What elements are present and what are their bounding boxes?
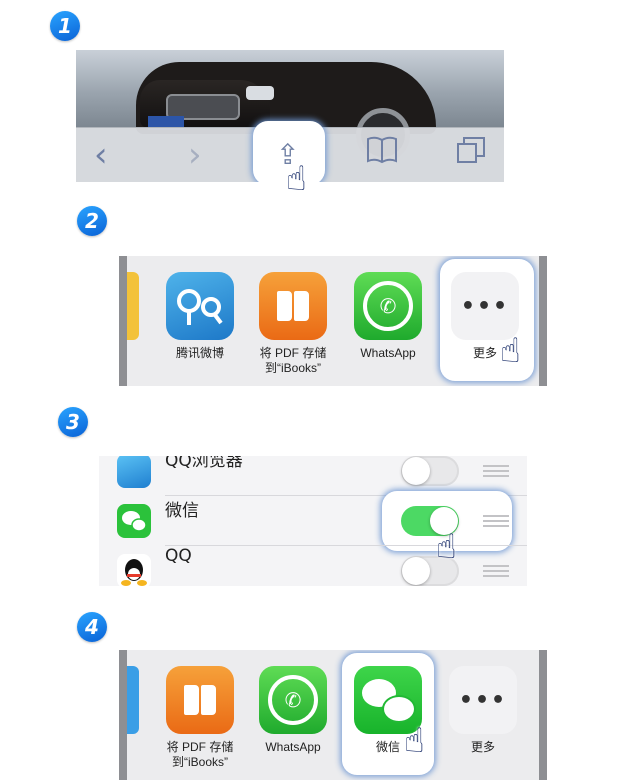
reorder-grip-icon[interactable] — [483, 515, 509, 527]
step-badge-4: 4 — [77, 612, 107, 642]
share-app-more[interactable]: ••• 更多 — [447, 666, 519, 755]
ibooks-icon — [259, 272, 327, 340]
activity-row-qq: QQ — [99, 546, 527, 586]
activity-toggle[interactable] — [401, 456, 459, 486]
activity-row-qq-browser: QQ浏览器 — [99, 456, 527, 496]
tencent-weibo-icon — [166, 272, 234, 340]
share-app-tencent-weibo[interactable]: 腾讯微博 — [164, 272, 236, 361]
whatsapp-icon: ✆ — [259, 666, 327, 734]
activity-name: QQ浏览器 — [165, 456, 243, 471]
share-sheet-apps: 腾讯微博 将 PDF 存储 到“iBooks” ✆ WhatsApp ••• 更… — [119, 256, 547, 386]
bookmarks-icon[interactable] — [366, 136, 398, 174]
reorder-grip-icon[interactable] — [483, 465, 509, 477]
forward-icon[interactable]: › — [188, 136, 202, 174]
share-app-ibooks[interactable]: 将 PDF 存储 到“iBooks” — [257, 272, 329, 376]
panel-edge — [539, 256, 547, 386]
panel-edge — [539, 650, 547, 780]
share-app-whatsapp[interactable]: ✆ WhatsApp — [257, 666, 329, 755]
partial-app-icon — [127, 666, 139, 734]
share-app-label: 腾讯微博 — [175, 346, 224, 360]
panel-edge — [119, 256, 127, 386]
tap-hand-icon: ☝ — [500, 331, 521, 371]
step-badge-3: 3 — [58, 407, 88, 437]
share-app-label: 将 PDF 存储 到“iBooks” — [166, 740, 234, 769]
tabs-icon[interactable] — [456, 136, 486, 174]
step-badge-1: 1 — [50, 11, 80, 41]
activity-name: 微信 — [165, 501, 199, 521]
car-photo — [76, 50, 504, 162]
share-app-whatsapp[interactable]: ✆ WhatsApp — [352, 272, 424, 361]
ibooks-icon — [166, 666, 234, 734]
share-app-label: WhatsApp — [360, 346, 416, 360]
reorder-grip-icon[interactable] — [483, 565, 509, 577]
share-app-label: WhatsApp — [265, 740, 321, 754]
activity-row-wechat: 微信 — [99, 494, 527, 548]
share-sheet-apps-updated: 将 PDF 存储 到“iBooks” ✆ WhatsApp 微信 ••• 更多 — [119, 650, 547, 780]
share-app-ibooks[interactable]: 将 PDF 存储 到“iBooks” — [164, 666, 236, 770]
qq-icon — [117, 554, 151, 586]
tap-hand-icon: ☝ — [404, 721, 425, 761]
tap-hand-icon: ☝ — [286, 159, 307, 199]
back-icon[interactable]: ‹ — [94, 136, 108, 174]
qq-browser-icon — [117, 456, 151, 488]
partial-app-icon — [127, 272, 139, 340]
more-icon: ••• — [449, 666, 517, 734]
step-badge-2: 2 — [77, 206, 107, 236]
car-headlight — [246, 86, 274, 100]
wechat-icon — [117, 504, 151, 538]
tap-hand-icon: ☝ — [436, 527, 457, 567]
activity-name: QQ — [165, 546, 192, 566]
share-app-label: 将 PDF 存储 到“iBooks” — [259, 346, 327, 375]
whatsapp-icon: ✆ — [354, 272, 422, 340]
panel-edge — [119, 650, 127, 780]
share-app-label: 更多 — [470, 740, 495, 754]
activity-settings-list: QQ浏览器 微信 QQ — [99, 456, 527, 586]
more-icon: ••• — [451, 272, 519, 340]
